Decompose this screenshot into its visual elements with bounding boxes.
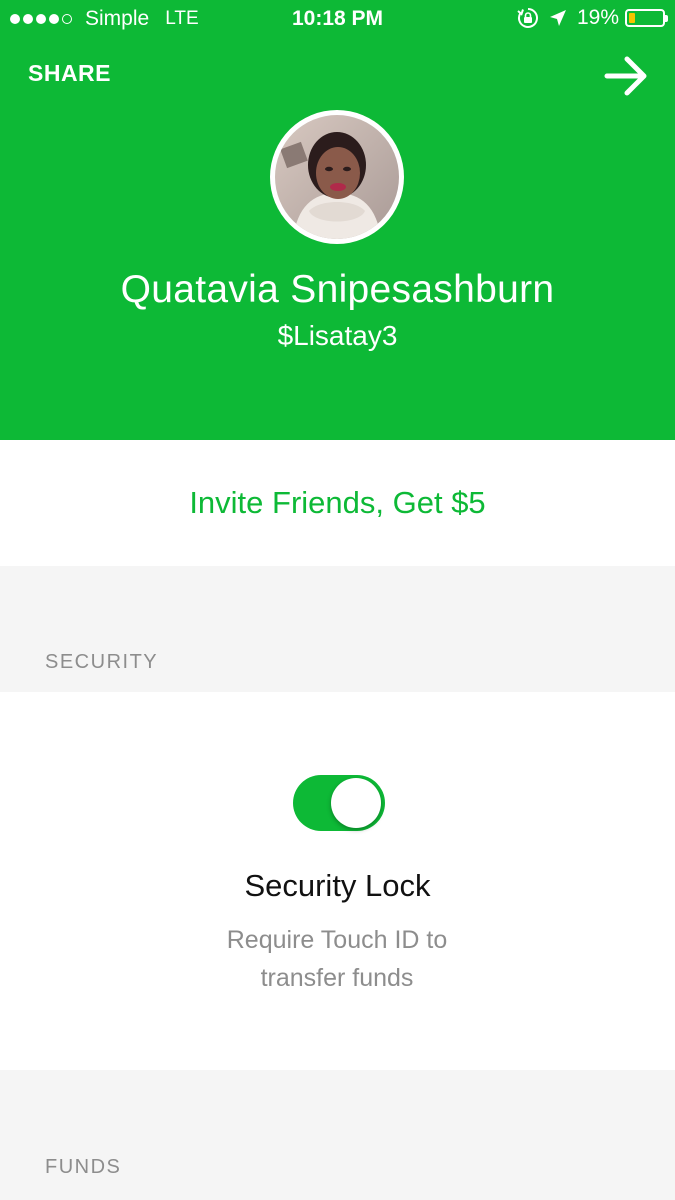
share-button[interactable]: SHARE [28, 60, 111, 87]
profile-name: Quatavia Snipesashburn [120, 268, 555, 311]
status-bar: Simple LTE 10:18 PM 19% [0, 0, 675, 38]
location-arrow-icon [549, 9, 567, 27]
battery-percentage: 19% [576, 6, 619, 29]
battery-tip [665, 15, 668, 22]
profile-photo [275, 115, 399, 239]
invite-section: Invite Friends, Get $5 [0, 440, 675, 566]
security-lock-toggle[interactable] [293, 775, 385, 831]
battery-icon [625, 9, 668, 27]
orientation-lock-icon [517, 7, 539, 29]
security-card: Security Lock Require Touch ID to transf… [0, 692, 675, 1070]
battery-level-fill [629, 13, 636, 23]
security-section-header: SECURITY [45, 651, 159, 673]
invite-friends-button[interactable]: Invite Friends, Get $5 [0, 485, 675, 521]
status-right: 19% [517, 6, 668, 30]
funds-section-header: FUNDS [45, 1156, 122, 1178]
profile-header: Simple LTE 10:18 PM 19% SHARE Quatavia S… [0, 0, 675, 440]
security-lock-title: Security Lock [244, 868, 431, 903]
arrow-right-icon[interactable] [603, 54, 649, 98]
profile-cashtag: $Lisatay3 [277, 320, 398, 351]
toggle-knob [331, 778, 381, 828]
avatar[interactable] [270, 110, 404, 244]
security-lock-description: Require Touch ID to transfer funds [226, 926, 448, 992]
